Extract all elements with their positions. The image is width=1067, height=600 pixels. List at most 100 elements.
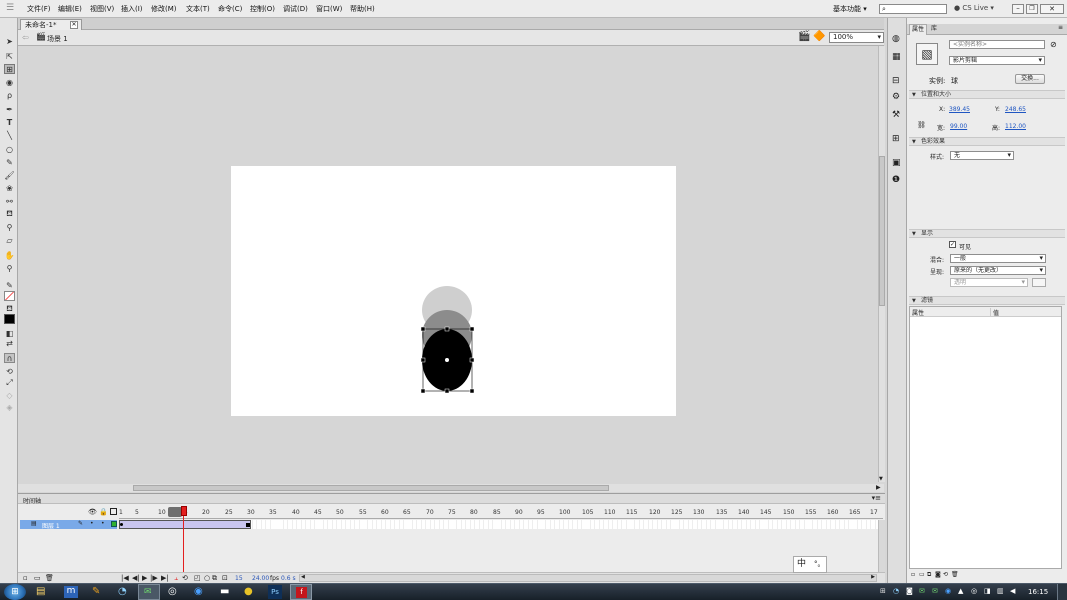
new-layer-icon[interactable]: ▫ bbox=[23, 574, 28, 582]
show-hide-all-icon[interactable]: 👁 bbox=[88, 508, 97, 516]
scroll-right-icon[interactable]: ▶ bbox=[871, 574, 875, 580]
restore-button[interactable]: ❐ bbox=[1026, 4, 1038, 14]
style-dropdown[interactable]: 无 bbox=[950, 151, 1014, 160]
outline-all-icon[interactable] bbox=[110, 508, 117, 515]
swatches-panel-icon[interactable]: ▦ bbox=[892, 52, 901, 62]
network-icon[interactable]: ▥ bbox=[997, 587, 1004, 595]
tray-icon[interactable]: ▲ bbox=[958, 587, 963, 595]
playhead-handle[interactable] bbox=[181, 506, 187, 516]
ime-chinese-mode[interactable]: 中 bbox=[797, 557, 806, 572]
width-value[interactable]: 99.00 bbox=[950, 123, 967, 130]
lock-all-icon[interactable]: 🔒 bbox=[99, 508, 108, 516]
wechat-taskbar-icon[interactable]: ✉ bbox=[138, 584, 160, 600]
new-folder-icon[interactable]: ▭ bbox=[34, 574, 41, 582]
cs-live-button[interactable]: ● CS Live ▾ bbox=[954, 4, 994, 12]
photoshop-taskbar-icon[interactable]: Ps bbox=[268, 585, 282, 599]
minimize-button[interactable]: – bbox=[1012, 4, 1024, 14]
edit-scene-icon[interactable]: 🎬 bbox=[798, 31, 810, 42]
fill-color-icon[interactable]: ⛾ bbox=[4, 304, 15, 314]
menu-control[interactable]: 控制(O) bbox=[250, 4, 275, 14]
paint-bucket-tool-icon[interactable]: ⛾ bbox=[4, 209, 15, 219]
selection-tool-icon[interactable]: ➤ bbox=[4, 36, 15, 46]
flash-taskbar-icon[interactable]: f bbox=[290, 584, 312, 600]
section-filters[interactable]: 滤镜 bbox=[909, 296, 1065, 305]
scroll-down-icon[interactable]: ▼ bbox=[879, 476, 883, 482]
timeline-menu-icon[interactable]: ▾≡ bbox=[872, 494, 881, 502]
line-tool-icon[interactable]: ╲ bbox=[4, 130, 15, 140]
stroke-color-icon[interactable]: ✎ bbox=[4, 280, 15, 290]
panel-menu-icon[interactable]: ≡ bbox=[1058, 24, 1063, 31]
vertical-scroll-thumb[interactable] bbox=[879, 156, 885, 306]
text-tool-icon[interactable]: T bbox=[4, 117, 15, 127]
horizontal-scroll-thumb[interactable] bbox=[133, 485, 609, 491]
delete-filter-icon[interactable]: 🗑 bbox=[951, 571, 959, 578]
transform-panel-icon[interactable]: ⚒ bbox=[892, 110, 900, 120]
add-filter-icon[interactable]: ▫ bbox=[911, 571, 915, 578]
vertical-scrollbar[interactable]: ▼ bbox=[878, 46, 885, 482]
frame-rate[interactable]: 24.00 bbox=[252, 575, 269, 582]
swap-colors-icon[interactable]: ⇄ bbox=[4, 338, 15, 348]
step-back-icon[interactable]: ◀| bbox=[132, 574, 140, 582]
show-desktop-button[interactable] bbox=[1057, 584, 1067, 600]
layer-outline-color[interactable] bbox=[111, 521, 117, 527]
rotate-skew-icon[interactable]: ⟲ bbox=[4, 366, 15, 376]
app-taskbar-icon[interactable]: ▬ bbox=[220, 586, 229, 597]
link-dimensions-icon[interactable]: ⛓ bbox=[917, 121, 926, 129]
menu-insert[interactable]: 插入(I) bbox=[121, 4, 143, 14]
menu-commands[interactable]: 命令(C) bbox=[218, 4, 242, 14]
fill-color-swatch[interactable] bbox=[4, 314, 15, 324]
tray-icon[interactable]: ◨ bbox=[984, 587, 991, 595]
workspace-switcher[interactable]: 基本功能 ▾ bbox=[833, 4, 867, 14]
browser-taskbar-icon[interactable]: ◉ bbox=[194, 586, 203, 597]
app-m-taskbar-icon[interactable]: m bbox=[64, 586, 78, 598]
tab-properties[interactable]: 属性 bbox=[909, 24, 927, 35]
menu-help[interactable]: 帮助(H) bbox=[350, 4, 375, 14]
render-dropdown[interactable]: 原来的（无更改） bbox=[950, 266, 1046, 275]
pen-tool-icon[interactable]: ✒ bbox=[4, 104, 15, 114]
color-panel-icon[interactable]: ◍ bbox=[892, 34, 900, 44]
symbol-type-dropdown[interactable]: 影片剪辑 bbox=[949, 56, 1045, 65]
clock[interactable]: 16:15 bbox=[1028, 588, 1048, 596]
app-taskbar-icon[interactable]: ◔ bbox=[118, 586, 127, 597]
tray-icon[interactable]: ◙ bbox=[906, 587, 913, 595]
timeline-vscrollbar[interactable] bbox=[878, 520, 885, 572]
3d-rotation-tool-icon[interactable]: ◉ bbox=[4, 77, 15, 87]
reset-filter-icon[interactable]: ⟲ bbox=[943, 571, 948, 578]
app-taskbar-icon[interactable]: ◎ bbox=[168, 586, 177, 597]
lasso-tool-icon[interactable]: ρ bbox=[4, 90, 15, 100]
y-value[interactable]: 248.65 bbox=[1005, 106, 1026, 113]
explorer-taskbar-icon[interactable]: ▤ bbox=[36, 586, 45, 597]
deco-tool-icon[interactable]: ❀ bbox=[4, 183, 15, 193]
bone-tool-icon[interactable]: ⚯ bbox=[4, 196, 15, 206]
motion-presets-icon[interactable]: ▣ bbox=[892, 158, 901, 168]
delete-layer-icon[interactable]: 🗑 bbox=[45, 574, 54, 582]
menu-window[interactable]: 窗口(W) bbox=[316, 4, 342, 14]
height-value[interactable]: 112.00 bbox=[1005, 123, 1026, 130]
close-button[interactable]: ✕ bbox=[1040, 4, 1064, 14]
document-tab[interactable]: 未命名-1* ✕ bbox=[20, 19, 82, 30]
enable-filter-icon[interactable]: ◙ bbox=[935, 571, 941, 578]
tray-icon[interactable]: ◉ bbox=[945, 587, 951, 595]
tray-icon[interactable]: ◎ bbox=[971, 587, 977, 595]
search-input[interactable]: ⌕ bbox=[879, 4, 947, 14]
section-position-size[interactable]: 位置和大小 bbox=[909, 90, 1065, 99]
scroll-right-icon[interactable]: ▶ bbox=[876, 484, 881, 491]
menu-edit[interactable]: 编辑(E) bbox=[58, 4, 82, 14]
swap-button[interactable]: 交换... bbox=[1015, 74, 1045, 84]
menu-modify[interactable]: 修改(M) bbox=[151, 4, 177, 14]
help-icon[interactable]: ⊘ bbox=[1050, 40, 1057, 49]
tray-icon[interactable]: ✉ bbox=[932, 587, 938, 595]
tray-icon[interactable]: ⊞ bbox=[880, 587, 886, 595]
start-button[interactable]: ⊞ bbox=[4, 584, 26, 600]
menu-text[interactable]: 文本(T) bbox=[186, 4, 210, 14]
keyframe-end[interactable] bbox=[246, 523, 250, 527]
brush-tool-icon[interactable]: 🖌 bbox=[4, 170, 15, 180]
menu-file[interactable]: 文件(F) bbox=[27, 4, 51, 14]
info-panel-icon[interactable]: ⚙ bbox=[892, 92, 900, 102]
menu-debug[interactable]: 调试(D) bbox=[283, 4, 308, 14]
snap-to-objects-icon[interactable]: ∩ bbox=[4, 353, 15, 363]
zoom-dropdown[interactable]: 100% bbox=[829, 32, 884, 43]
horizontal-scrollbar[interactable]: ▶ bbox=[18, 484, 884, 492]
blend-dropdown[interactable]: 一般 bbox=[950, 254, 1046, 263]
pencil-tool-icon[interactable]: ✎ bbox=[4, 157, 15, 167]
